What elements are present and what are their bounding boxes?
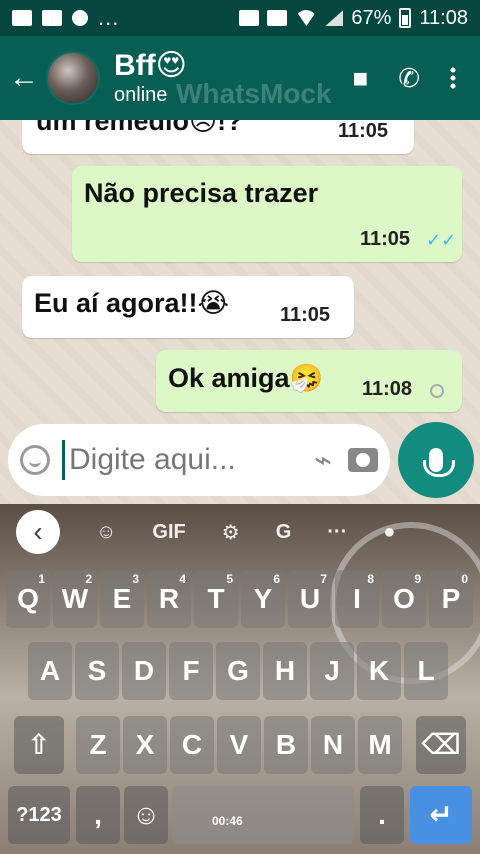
message-time: 11:05 xyxy=(280,304,331,326)
space-key[interactable]: 00:46 xyxy=(172,786,354,844)
message-time: 11:05 xyxy=(360,228,411,250)
key-q[interactable]: Q1 xyxy=(6,570,50,628)
enter-key[interactable]: ↵ xyxy=(410,786,472,844)
key-hint: 4 xyxy=(179,572,186,586)
key-m[interactable]: M xyxy=(358,716,402,774)
key-o[interactable]: O9 xyxy=(382,570,426,628)
key-hint: 0 xyxy=(461,572,468,586)
message-bubble[interactable]: Eu aí agora!!😭 11:05 xyxy=(22,276,354,338)
chat-notification-icon xyxy=(42,10,62,26)
key-g[interactable]: G xyxy=(216,642,260,700)
signal-icon xyxy=(325,10,344,26)
camera-icon[interactable] xyxy=(348,448,378,472)
attach-icon[interactable]: ⌁ xyxy=(314,443,332,478)
phone-call-icon[interactable]: ✆ xyxy=(398,63,420,94)
key-j[interactable]: J xyxy=(310,642,354,700)
translate-icon[interactable]: G xyxy=(276,521,292,544)
more-icon[interactable]: ··· xyxy=(327,521,347,544)
voice-record-button[interactable] xyxy=(398,422,474,498)
settings-icon[interactable]: ⚙ xyxy=(222,520,240,545)
key-a[interactable]: A xyxy=(28,642,72,700)
key-v[interactable]: V xyxy=(217,716,261,774)
video-notification-icon xyxy=(12,10,32,26)
keyboard: ‹ ☺ GIF ⚙ G ··· ● Q1W2E3R4T5Y6U7I8O9P0 A… xyxy=(0,504,480,854)
message-bubble[interactable]: Ok amiga🤧 11:08 xyxy=(156,350,462,412)
key-f[interactable]: F xyxy=(169,642,213,700)
battery-icon xyxy=(399,8,412,28)
cast-icon xyxy=(239,10,260,26)
key-s[interactable]: S xyxy=(75,642,119,700)
key-b[interactable]: B xyxy=(264,716,308,774)
key-w[interactable]: W2 xyxy=(53,570,97,628)
message-bubble[interactable]: Não precisa trazer 11:05 ✓✓ xyxy=(72,166,462,262)
key-hint: 9 xyxy=(414,572,421,586)
key-e[interactable]: E3 xyxy=(100,570,144,628)
message-bubble[interactable]: um remédio😣!? 11:05 xyxy=(22,120,414,154)
key-hint: 3 xyxy=(132,572,139,586)
watermark: WhatsMock xyxy=(176,78,332,109)
microphone-icon xyxy=(423,448,455,477)
message-composer: Digite aqui... ⌁ xyxy=(8,424,390,496)
message-text: um remédio😣!? xyxy=(36,120,243,136)
message-time: 11:05 xyxy=(338,120,389,142)
voice-typing-icon[interactable]: ● xyxy=(383,521,395,544)
message-text: Eu aí agora!!😭 xyxy=(34,288,230,318)
gif-button[interactable]: GIF xyxy=(152,521,185,544)
shift-key[interactable]: ⇧ xyxy=(14,716,64,774)
key-n[interactable]: N xyxy=(311,716,355,774)
period-key[interactable]: . xyxy=(360,786,404,844)
message-text: Ok amiga🤧 xyxy=(168,363,324,393)
key-hint: 1 xyxy=(38,572,45,586)
back-arrow-icon[interactable]: ← xyxy=(4,61,44,95)
emoji-icon[interactable] xyxy=(20,445,50,475)
message-input[interactable]: Digite aqui... xyxy=(62,440,314,480)
sticker-icon[interactable]: ☺ xyxy=(96,521,116,544)
key-i[interactable]: I8 xyxy=(335,570,379,628)
more-notifications: ... xyxy=(98,5,120,30)
symbols-key[interactable]: ?123 xyxy=(8,786,70,844)
clock: 11:08 xyxy=(419,6,468,29)
battery-percent: 67% xyxy=(351,6,392,29)
key-x[interactable]: X xyxy=(123,716,167,774)
key-h[interactable]: H xyxy=(263,642,307,700)
avatar[interactable] xyxy=(46,51,100,105)
key-u[interactable]: U7 xyxy=(288,570,332,628)
key-r[interactable]: R4 xyxy=(147,570,191,628)
status-bar: ... 67% 11:08 xyxy=(0,0,480,36)
collapse-toolbar-icon[interactable]: ‹ xyxy=(16,510,60,554)
more-options-icon[interactable] xyxy=(450,66,456,90)
key-y[interactable]: Y6 xyxy=(241,570,285,628)
key-p[interactable]: P0 xyxy=(429,570,473,628)
key-z[interactable]: Z xyxy=(76,716,120,774)
key-l[interactable]: L xyxy=(404,642,448,700)
mute-icon xyxy=(267,10,288,26)
key-hint: 5 xyxy=(226,572,233,586)
key-k[interactable]: K xyxy=(357,642,401,700)
pending-clock-icon xyxy=(430,384,444,398)
key-d[interactable]: D xyxy=(122,642,166,700)
emoji-key[interactable]: ☺ xyxy=(124,786,168,844)
wifi-icon xyxy=(295,10,318,26)
spacebar-time: 00:46 xyxy=(212,814,243,828)
key-t[interactable]: T5 xyxy=(194,570,238,628)
video-call-icon[interactable]: ■ xyxy=(352,63,368,94)
key-hint: 7 xyxy=(320,572,327,586)
key-hint: 6 xyxy=(273,572,280,586)
comma-key[interactable]: , xyxy=(76,786,120,844)
read-receipt-icon: ✓✓ xyxy=(426,230,457,250)
message-text: Não precisa trazer xyxy=(84,178,319,208)
key-hint: 8 xyxy=(367,572,374,586)
backspace-key[interactable]: ⌫ xyxy=(416,716,466,774)
notification-icon xyxy=(72,10,88,26)
keyboard-toolbar: ‹ ☺ GIF ⚙ G ··· ● xyxy=(0,504,480,560)
message-time: 11:08 xyxy=(362,378,413,400)
key-c[interactable]: C xyxy=(170,716,214,774)
key-hint: 2 xyxy=(85,572,92,586)
